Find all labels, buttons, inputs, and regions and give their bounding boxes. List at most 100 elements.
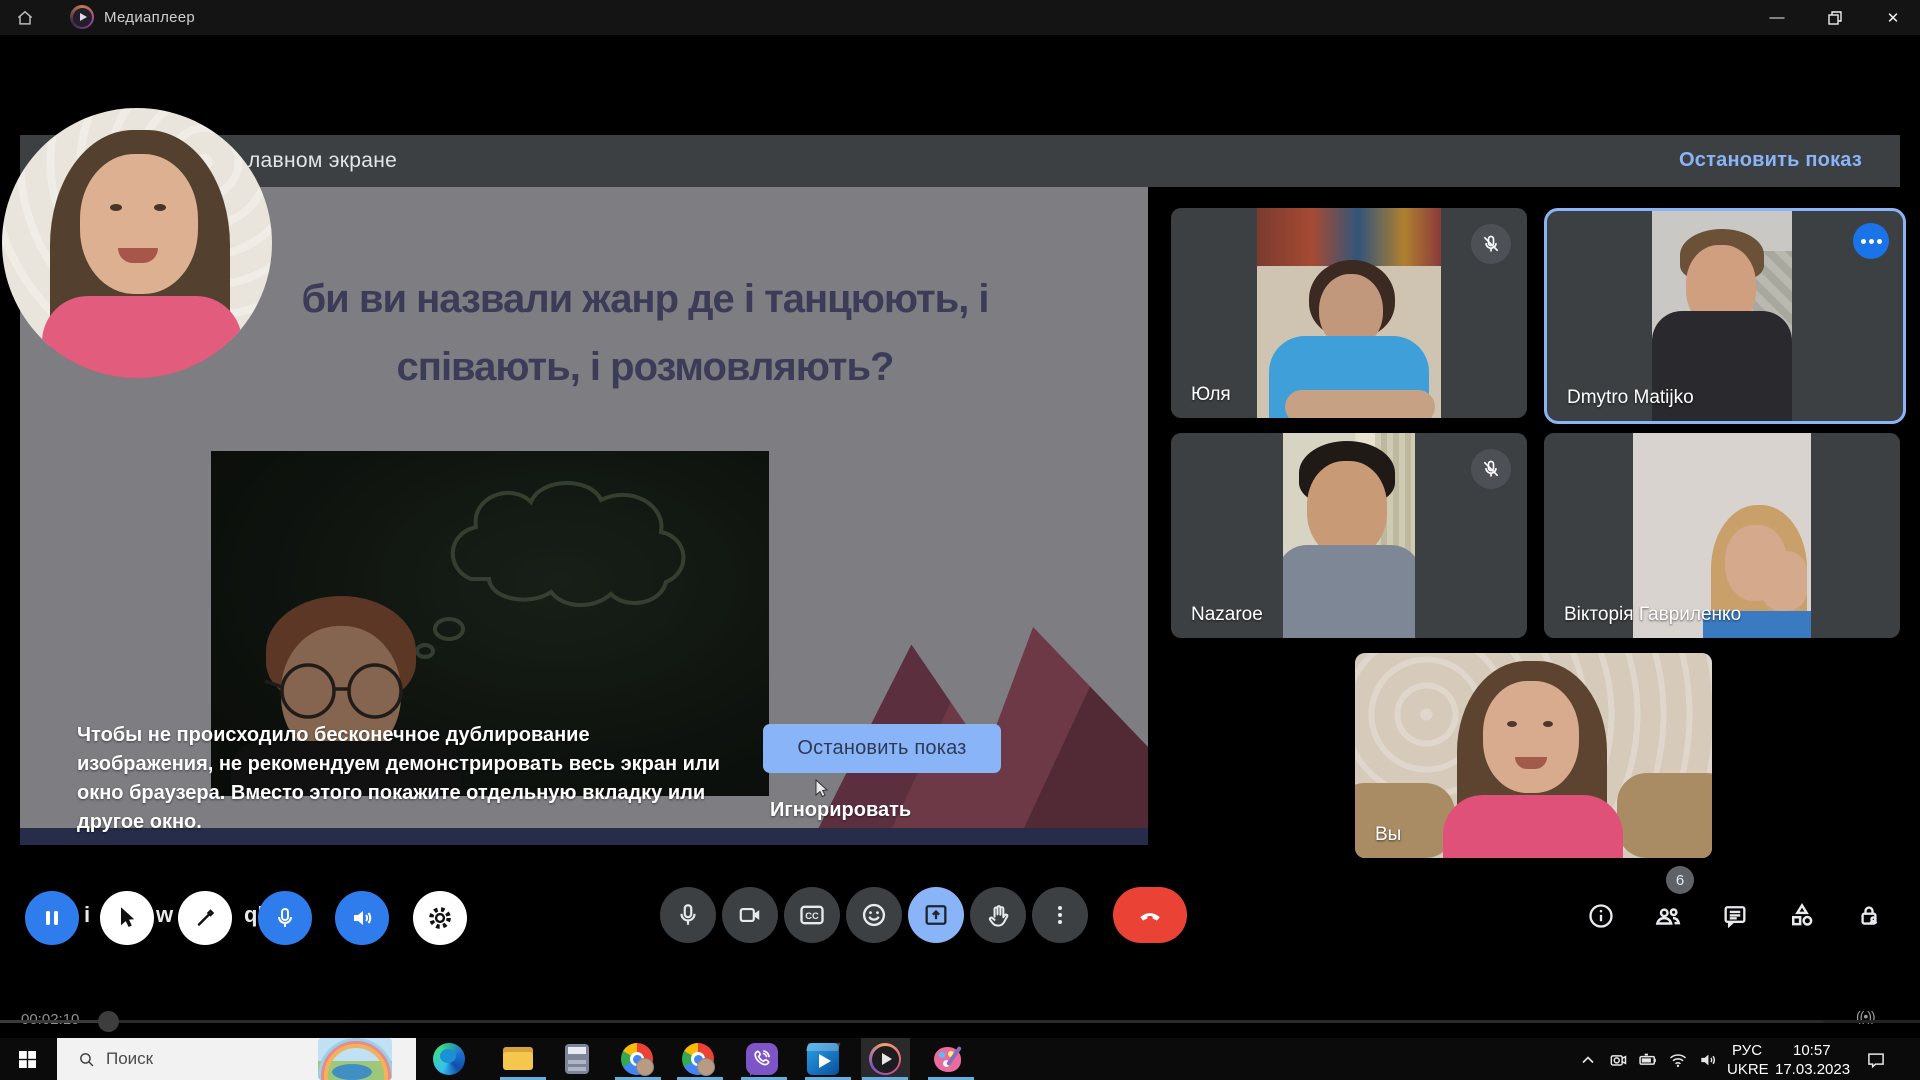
smile-emoji-icon	[860, 901, 888, 929]
restore-button[interactable]	[1812, 0, 1858, 35]
participant-tile-self[interactable]: Вы	[1355, 653, 1712, 858]
tray-language-secondary[interactable]: UKRE	[1727, 1061, 1769, 1078]
participant-name: Вы	[1375, 824, 1401, 846]
participants-button[interactable]	[1653, 901, 1683, 931]
taskbar-edge-icon[interactable]	[433, 1043, 465, 1075]
mic-button[interactable]	[660, 887, 716, 943]
meeting-info-button[interactable]	[1586, 901, 1616, 931]
recorder-settings-button[interactable]	[413, 891, 467, 945]
cursor-arrow-icon	[116, 906, 138, 930]
participant-tile-dmytro[interactable]: Dmytro Matijko	[1544, 208, 1906, 424]
seek-bar-tail	[1823, 1020, 1920, 1023]
taskbar-media-player-icon[interactable]	[869, 1043, 901, 1075]
more-vertical-icon	[1048, 903, 1072, 927]
recorder-pause-button[interactable]	[25, 891, 79, 945]
mic-off-icon	[1481, 234, 1501, 254]
minimize-button[interactable]: —	[1754, 0, 1800, 35]
participant-name: Nazaroe	[1191, 604, 1263, 626]
tray-language-primary[interactable]: РУС	[1732, 1042, 1762, 1059]
presenting-banner: лавном экране Остановить показ	[20, 135, 1900, 187]
mic-muted-indicator	[1471, 449, 1511, 489]
taskbar-viber-icon[interactable]	[746, 1043, 778, 1075]
tray-chevron-up-icon[interactable]	[1578, 1050, 1598, 1070]
self-view-webcam-bubble[interactable]	[2, 108, 272, 378]
start-button[interactable]	[19, 1051, 36, 1068]
participant-name: Вікторія Гавриленко	[1564, 604, 1741, 626]
raise-hand-button[interactable]	[970, 887, 1026, 943]
mic-muted-indicator	[1471, 224, 1511, 264]
chrome-profile-avatar	[697, 1058, 715, 1076]
chat-icon	[1721, 902, 1749, 930]
stop-presenting-button[interactable]: Остановить показ	[763, 724, 1001, 773]
svg-text:CC: CC	[805, 911, 819, 921]
end-call-icon	[1135, 900, 1165, 930]
seek-bar-played	[0, 1020, 108, 1023]
pause-icon	[42, 908, 62, 928]
participant-tile-viktoriia[interactable]: Вікторія Гавриленко	[1544, 433, 1900, 638]
search-input[interactable]	[104, 1048, 288, 1070]
tray-clock-time[interactable]: 10:57	[1793, 1042, 1831, 1059]
lock-icon	[1855, 902, 1883, 930]
participant-name: Dmytro Matijko	[1567, 387, 1694, 409]
taskbar-chrome-icon[interactable]	[621, 1043, 653, 1075]
info-icon	[1587, 902, 1615, 930]
self-face	[80, 154, 198, 294]
widgets-weather-icon[interactable]	[318, 1038, 392, 1080]
chat-button[interactable]	[1720, 901, 1750, 931]
taskbar-file-explorer-icon[interactable]	[502, 1043, 534, 1075]
tray-wifi-icon[interactable]	[1668, 1050, 1688, 1070]
taskbar	[0, 1038, 1920, 1080]
participant-video	[1283, 433, 1415, 638]
present-screen-button[interactable]	[908, 887, 964, 943]
recorder-pen-button[interactable]	[178, 891, 232, 945]
ignore-button[interactable]: Игнорировать	[770, 799, 911, 822]
taskbar-movies-tv-icon[interactable]	[807, 1043, 839, 1075]
window-titlebar: Медиаплеер — ✕	[0, 0, 1920, 35]
activities-icon	[1787, 901, 1817, 931]
tile-more-options-button[interactable]	[1853, 223, 1889, 259]
window-title: Медиаплеер	[104, 9, 195, 26]
tray-volume-icon[interactable]	[1698, 1050, 1718, 1070]
camera-icon	[737, 902, 763, 928]
restore-icon	[1828, 11, 1842, 25]
people-count-badge: 6	[1666, 866, 1694, 894]
chrome-profile-avatar	[636, 1058, 654, 1076]
raise-hand-icon	[985, 902, 1012, 929]
end-call-button[interactable]	[1113, 887, 1187, 943]
seek-bar[interactable]	[0, 1020, 1920, 1023]
taskbar-calculator-icon[interactable]	[561, 1043, 593, 1075]
stop-presenting-link[interactable]: Остановить показ	[1679, 149, 1862, 172]
close-button[interactable]: ✕	[1870, 0, 1916, 35]
host-controls-button[interactable]	[1854, 901, 1884, 931]
seek-knob[interactable]	[98, 1011, 119, 1032]
search-icon	[78, 1051, 95, 1068]
tray-camera-icon[interactable]	[1608, 1050, 1628, 1070]
people-icon	[1653, 901, 1683, 931]
recorder-cursor-button[interactable]	[100, 891, 154, 945]
camera-button[interactable]	[722, 887, 778, 943]
pen-icon	[193, 906, 217, 930]
slide-title-line2: співають, і розмовляють?	[170, 333, 1120, 401]
tray-battery-icon[interactable]	[1638, 1050, 1658, 1070]
media-player-logo-icon	[70, 5, 94, 29]
recorder-speaker-button[interactable]	[335, 891, 389, 945]
captions-button[interactable]: CC	[784, 887, 840, 943]
recorder-mic-button[interactable]	[258, 891, 312, 945]
taskbar-chrome-icon-2[interactable]	[682, 1043, 714, 1075]
reactions-button[interactable]	[846, 887, 902, 943]
home-icon[interactable]	[15, 8, 35, 28]
participant-tile-yulya[interactable]: Юля	[1171, 208, 1527, 418]
background-url-fragment: i	[84, 902, 90, 928]
tray-clock-date[interactable]: 17.03.2023	[1775, 1061, 1850, 1078]
gear-icon	[427, 905, 453, 931]
self-shoulders	[42, 296, 242, 378]
notification-center-icon[interactable]	[1866, 1050, 1886, 1070]
viber-phone-icon	[752, 1048, 772, 1068]
taskbar-paint-icon[interactable]	[932, 1043, 964, 1075]
mouse-cursor-icon	[813, 779, 831, 799]
mic-icon	[675, 902, 701, 928]
participant-tile-nazaroe[interactable]: Nazaroe	[1171, 433, 1527, 638]
more-options-button[interactable]	[1032, 887, 1088, 943]
activities-button[interactable]	[1787, 901, 1817, 931]
captions-icon: CC	[798, 901, 826, 929]
